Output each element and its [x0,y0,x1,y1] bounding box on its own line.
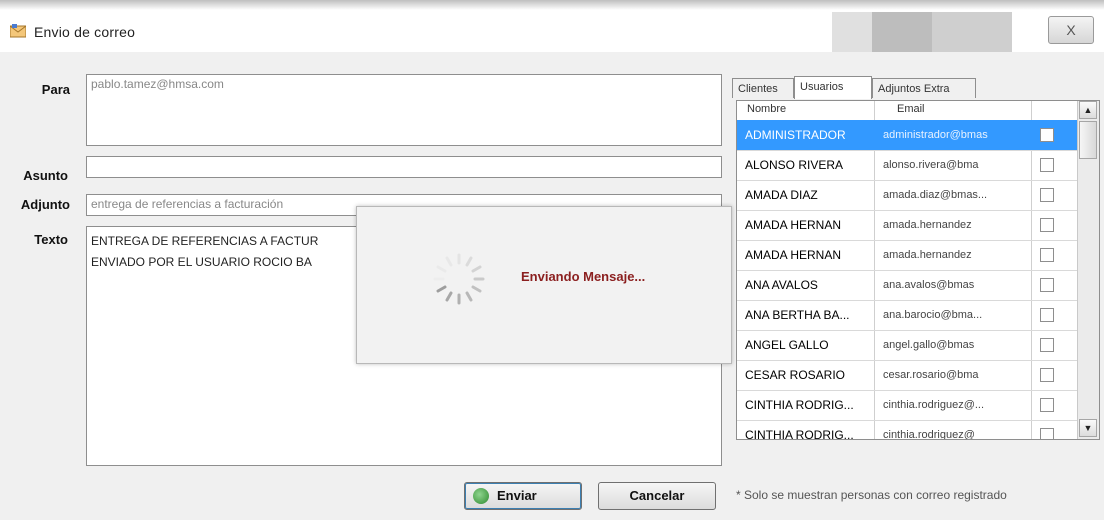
row-checkbox[interactable] [1040,308,1054,322]
row-checkbox[interactable] [1040,278,1054,292]
mail-app-icon [10,24,26,38]
row-email: cinthia.rodriguez@... [883,399,985,411]
adjunto-value: entrega de referencias a facturación [91,197,284,211]
title-bar: Envio de correo X [0,0,1104,52]
row-email: ana.avalos@bmas [883,279,975,291]
sending-message: Enviando Mensaje... [521,269,646,284]
para-field[interactable]: pablo.tamez@hmsa.com [86,74,722,146]
cancelar-button[interactable]: Cancelar [598,482,716,510]
row-name: ADMINISTRADOR [745,128,846,142]
row-checkbox[interactable] [1040,368,1054,382]
row-email: alonso.rivera@bma [883,159,979,171]
column-header-email[interactable]: Email [897,103,925,115]
row-email: amada.hernandez [883,249,972,261]
asunto-label: Asunto [23,168,68,183]
table-row[interactable]: ANA BERTHA BA... ana.barocio@bma... [737,300,1077,331]
row-checkbox[interactable] [1040,218,1054,232]
close-button[interactable]: X [1048,16,1094,44]
row-name: AMADA HERNAN [745,218,842,232]
row-checkbox[interactable] [1040,338,1054,352]
enviar-button[interactable]: Enviar [464,482,582,510]
row-checkbox[interactable] [1040,128,1054,142]
table-row[interactable]: ANA AVALOS ana.avalos@bmas [737,270,1077,301]
row-checkbox[interactable] [1040,248,1054,262]
row-checkbox[interactable] [1040,428,1054,439]
tab-adjuntos-extra[interactable]: Adjuntos Extra [872,78,976,98]
row-checkbox[interactable] [1040,188,1054,202]
row-name: ALONSO RIVERA [745,158,844,172]
scroll-down-icon[interactable]: ▼ [1079,419,1097,437]
row-name: CINTHIA RODRIG... [745,398,854,412]
table-row[interactable]: CINTHIA RODRIG... cinthia.rodriguez@ [737,420,1077,440]
row-email: cinthia.rodriguez@ [883,429,975,440]
row-email: administrador@bmas [883,129,988,141]
row-email: angel.gallo@bmas [883,339,975,351]
table-row[interactable]: CESAR ROSARIO cesar.rosario@bma [737,360,1077,391]
table-row[interactable]: AMADA DIAZ amada.diaz@bmas... [737,180,1077,211]
para-value: pablo.tamez@hmsa.com [91,77,224,91]
para-label: Para [41,82,70,97]
grid-header: Nombre Email [737,101,1077,121]
table-row[interactable]: ALONSO RIVERA alonso.rivera@bma [737,150,1077,181]
scroll-thumb[interactable] [1079,121,1097,159]
asunto-field[interactable] [86,156,722,178]
table-row[interactable]: AMADA HERNAN amada.hernandez [737,210,1077,241]
row-name: AMADA HERNAN [745,248,842,262]
row-email: ana.barocio@bma... [883,309,983,321]
row-name: CINTHIA RODRIG... [745,428,854,440]
row-email: amada.diaz@bmas... [883,189,988,201]
users-grid: Nombre Email ADMINISTRADOR administrador… [736,100,1100,440]
sending-dialog: Enviando Mensaje... [356,206,732,364]
send-icon [473,488,489,504]
scroll-up-icon[interactable]: ▲ [1079,101,1097,119]
window-title: Envio de correo [34,24,136,40]
table-row[interactable]: AMADA HERNAN amada.hernandez [737,240,1077,271]
table-row[interactable]: ADMINISTRADOR administrador@bmas [737,120,1077,151]
column-header-nombre[interactable]: Nombre [747,103,786,115]
row-name: ANA AVALOS [745,278,818,292]
loading-spinner-icon [433,253,485,305]
row-email: cesar.rosario@bma [883,369,979,381]
table-row[interactable]: CINTHIA RODRIG... cinthia.rodriguez@... [737,390,1077,421]
tab-clientes[interactable]: Clientes [732,78,794,98]
enviar-label: Enviar [497,488,537,503]
title-decoration [832,12,1012,52]
table-row[interactable]: ANGEL GALLO angel.gallo@bmas [737,330,1077,361]
row-name: AMADA DIAZ [745,188,818,202]
row-name: CESAR ROSARIO [745,368,846,382]
title-bar-strip [0,0,1104,10]
registered-note: * Solo se muestran personas con correo r… [736,488,1007,502]
row-email: amada.hernandez [883,219,972,231]
texto-label: Texto [34,232,68,247]
row-name: ANGEL GALLO [745,338,829,352]
adjunto-label: Adjunto [20,197,70,212]
row-checkbox[interactable] [1040,158,1054,172]
row-checkbox[interactable] [1040,398,1054,412]
grid-scrollbar[interactable]: ▲ ▼ [1077,101,1099,439]
tab-usuarios[interactable]: Usuarios [794,76,872,99]
row-name: ANA BERTHA BA... [745,308,850,322]
